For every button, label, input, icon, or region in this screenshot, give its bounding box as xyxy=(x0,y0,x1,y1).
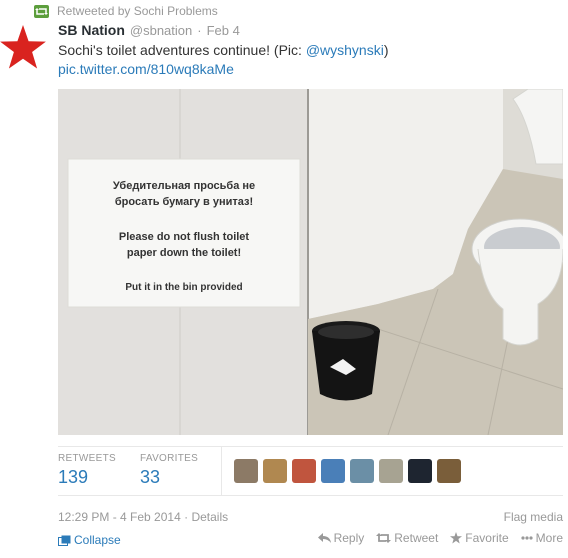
retweeted-by-line[interactable]: Retweeted by Sochi Problems xyxy=(34,4,218,18)
collapse-label: Collapse xyxy=(74,533,121,547)
retweet-action-icon xyxy=(376,533,392,543)
mention-link[interactable]: @wyshynski xyxy=(306,42,384,58)
favoriter-avatar[interactable] xyxy=(437,459,461,483)
favorite-label: Favorite xyxy=(465,531,509,545)
details-link[interactable]: Details xyxy=(191,510,228,524)
tweet-text: Sochi's toilet adventures continue! (Pic… xyxy=(58,41,558,79)
favorites-count: 33 xyxy=(140,467,161,487)
reply-icon xyxy=(317,533,331,543)
favorite-button[interactable]: Favorite xyxy=(450,531,509,545)
timestamp-separator: · xyxy=(184,510,189,524)
header-separator: · xyxy=(197,23,202,38)
retweets-count: 139 xyxy=(58,467,89,487)
sign-en-line2: paper down the toilet! xyxy=(127,247,241,259)
more-button[interactable]: More xyxy=(521,531,563,545)
pic-link[interactable]: pic.twitter.com/810wq8kaMe xyxy=(58,61,234,77)
more-dots-icon xyxy=(521,536,533,540)
timestamp-text: 12:29 PM - 4 Feb 2014 xyxy=(58,510,181,524)
red-star-avatar xyxy=(0,25,46,69)
sign-ru-line1: Убедительная просьба не xyxy=(113,180,255,192)
sign-en-line1: Please do not flush toilet xyxy=(119,231,250,243)
favoriter-avatar[interactable] xyxy=(321,459,345,483)
favoriter-avatar[interactable] xyxy=(234,459,258,483)
more-label: More xyxy=(535,531,563,545)
tweet-timestamp: 12:29 PM - 4 Feb 2014 · Details xyxy=(58,510,228,524)
favoriter-avatar[interactable] xyxy=(263,459,287,483)
favoriters-avatars xyxy=(234,459,461,483)
favoriter-avatar[interactable] xyxy=(379,459,403,483)
collapse-button[interactable]: Collapse xyxy=(58,533,121,547)
favorites-label: FAVORITES xyxy=(140,453,199,464)
tweet-photo[interactable]: Убедительная просьба не бросать бумагу в… xyxy=(58,89,563,435)
favorites-stat[interactable]: FAVORITES 33 xyxy=(140,453,198,488)
reply-button[interactable]: Reply xyxy=(317,531,365,545)
author-name[interactable]: SB Nation xyxy=(58,22,125,38)
flag-media-link[interactable]: Flag media xyxy=(504,510,563,524)
tweet-actions: Reply Retweet Favorite More xyxy=(317,531,563,545)
tweet-date[interactable]: Feb 4 xyxy=(207,23,240,38)
favorite-star-icon xyxy=(450,532,463,544)
retweeted-by-label: Retweeted by Sochi Problems xyxy=(57,4,218,18)
retweets-label: RETWEETS xyxy=(58,453,116,464)
reply-label: Reply xyxy=(333,531,365,545)
retweet-icon xyxy=(34,4,49,18)
favoriter-avatar[interactable] xyxy=(350,459,374,483)
sign-ru-line2: бросать бумагу в унитаз! xyxy=(115,196,253,208)
favoriter-avatar[interactable] xyxy=(292,459,316,483)
tweet-header: SB Nation @sbnation · Feb 4 xyxy=(58,22,240,38)
tweet-body-end: ) xyxy=(383,42,389,58)
stats-divider xyxy=(221,447,222,495)
retweet-button[interactable]: Retweet xyxy=(376,531,438,545)
sign-en-line3: Put it in the bin provided xyxy=(125,282,242,293)
retweets-stat[interactable]: RETWEETS 139 xyxy=(58,453,116,488)
tweet-stats: RETWEETS 139 FAVORITES 33 xyxy=(58,446,563,496)
author-handle[interactable]: @sbnation xyxy=(130,23,192,38)
collapse-icon xyxy=(58,535,71,546)
tweet-body: Sochi's toilet adventures continue! (Pic… xyxy=(58,42,306,58)
favoriter-avatar[interactable] xyxy=(408,459,432,483)
avatar[interactable] xyxy=(0,24,46,70)
retweet-label: Retweet xyxy=(394,531,439,545)
